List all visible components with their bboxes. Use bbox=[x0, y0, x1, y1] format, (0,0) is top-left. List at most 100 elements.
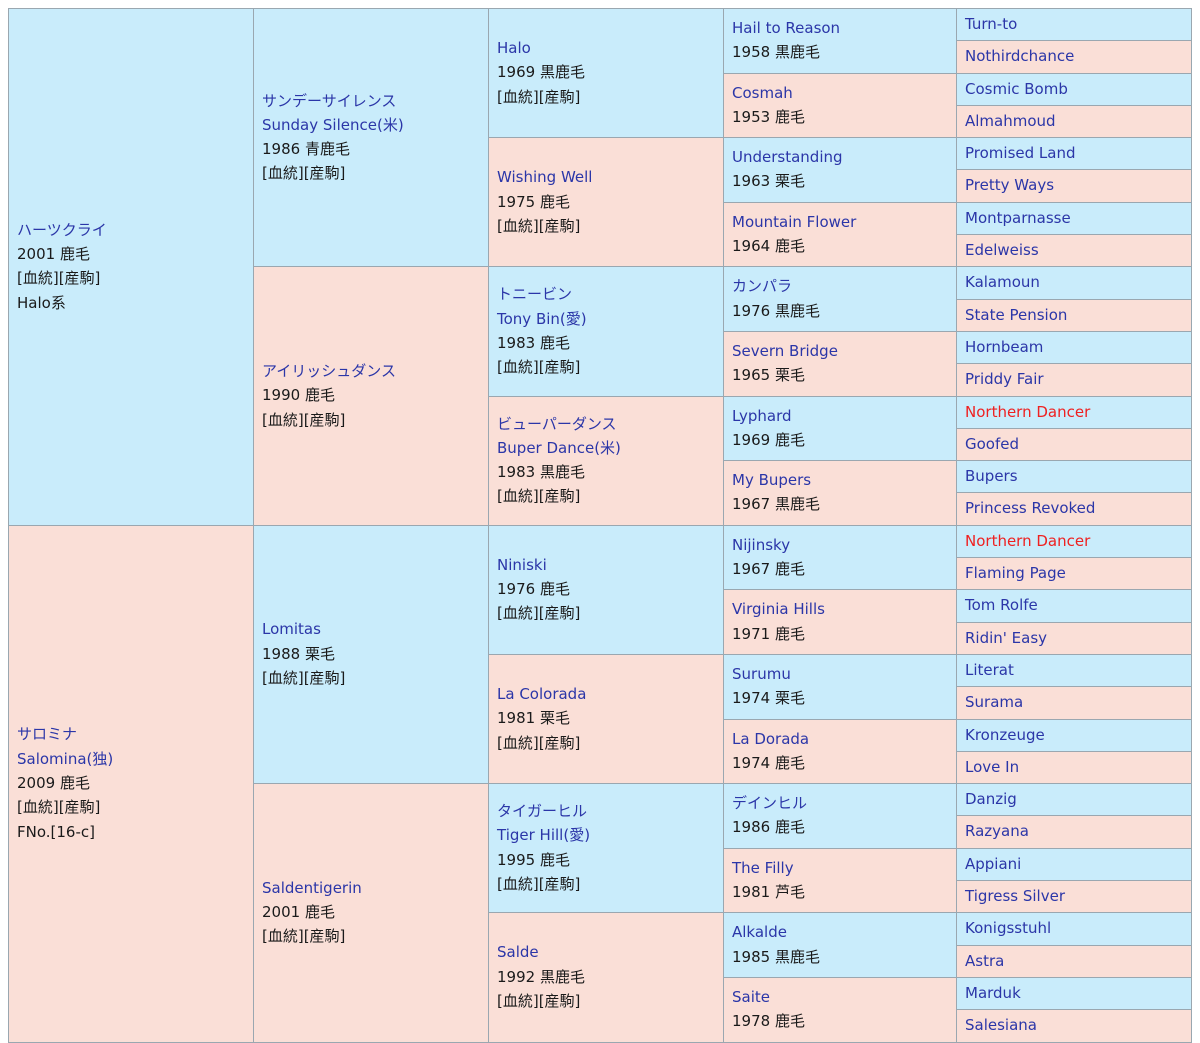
gen5-cell-5[interactable]: Pretty Ways bbox=[956, 169, 1192, 203]
gen5-name-8: Kalamoun bbox=[965, 273, 1040, 292]
gen4-meta-12: 1986 鹿毛 bbox=[732, 818, 805, 837]
gen5-cell-14[interactable]: Bupers bbox=[956, 460, 1192, 494]
gen3-cell-0[interactable]: Halo 1969 黒鹿毛 [血統][産駒] bbox=[488, 7, 724, 139]
gen4-cell-7[interactable]: My Bupers 1967 黒鹿毛 bbox=[723, 460, 957, 526]
gen2-meta-2: 1988 栗毛 bbox=[262, 644, 335, 663]
gen4-meta-4: 1976 黒鹿毛 bbox=[732, 301, 820, 320]
gen4-cell-13[interactable]: The Filly 1981 芦毛 bbox=[723, 847, 957, 914]
gen4-meta-5: 1965 栗毛 bbox=[732, 366, 805, 385]
gen4-meta-11: 1974 鹿毛 bbox=[732, 753, 805, 772]
pedigree-table: ハーツクライ 2001 鹿毛 [血統][産駒] Halo系 サンデーサイレンス Sunda… bbox=[8, 7, 1192, 1043]
gen5-cell-25[interactable]: Razyana bbox=[956, 815, 1192, 849]
gen5-cell-2[interactable]: Cosmic Bomb bbox=[956, 72, 1192, 106]
gen4-name-jp-4: カンパラ bbox=[732, 277, 793, 296]
gen3-cell-5[interactable]: La Colorada 1981 栗毛 [血統][産駒] bbox=[488, 653, 724, 785]
gen3-name-en-2: Tony Bin(愛) bbox=[497, 309, 587, 328]
gen3-cell-2[interactable]: トニービン Tony Bin(愛) 1983 鹿毛 [血統][産駒] bbox=[488, 266, 724, 397]
gen3-links-6[interactable]: [血統][産駒] bbox=[497, 872, 715, 896]
gen5-cell-8[interactable]: Kalamoun bbox=[956, 266, 1192, 300]
gen4-meta-8: 1967 鹿毛 bbox=[732, 560, 805, 579]
gen5-cell-15[interactable]: Princess Revoked bbox=[956, 492, 1192, 526]
gen3-meta-0: 1969 黒鹿毛 bbox=[497, 63, 585, 82]
gen1-cell-dam[interactable]: サロミナ Salomina(独) 2009 鹿毛 [血統][産駒] FNo.[16-c] bbox=[8, 524, 254, 1043]
gen5-cell-21[interactable]: Surama bbox=[956, 686, 1192, 720]
gen5-cell-31[interactable]: Salesiana bbox=[956, 1009, 1192, 1043]
gen2-links-3[interactable]: [血統][産駒] bbox=[262, 924, 480, 948]
gen4-cell-14[interactable]: Alkalde 1985 黒鹿毛 bbox=[723, 912, 957, 978]
gen5-name-11: Priddy Fair bbox=[965, 370, 1044, 389]
gen4-cell-8[interactable]: Nijinsky 1967 鹿毛 bbox=[723, 524, 957, 591]
gen5-cell-0[interactable]: Turn-to bbox=[956, 7, 1192, 42]
gen5-cell-1[interactable]: Nothirdchance bbox=[956, 40, 1192, 74]
gen2-cell-2[interactable]: Lomitas 1988 栗毛 [血統][産駒] bbox=[253, 524, 489, 785]
gen5-cell-9[interactable]: State Pension bbox=[956, 298, 1192, 332]
gen4-cell-9[interactable]: Virginia Hills 1971 鹿毛 bbox=[723, 589, 957, 655]
gen5-cell-13[interactable]: Goofed bbox=[956, 427, 1192, 462]
gen1-cell-sire[interactable]: ハーツクライ 2001 鹿毛 [血統][産駒] Halo系 bbox=[8, 8, 254, 526]
gen3-links-5[interactable]: [血統][産駒] bbox=[497, 731, 715, 755]
gen5-cell-30[interactable]: Marduk bbox=[956, 976, 1192, 1011]
gen5-cell-10[interactable]: Hornbeam bbox=[956, 330, 1192, 365]
gen4-meta-13: 1981 芦毛 bbox=[732, 883, 805, 902]
gen4-cell-5[interactable]: Severn Bridge 1965 栗毛 bbox=[723, 330, 957, 397]
gen3-links-4[interactable]: [血統][産駒] bbox=[497, 601, 715, 625]
gen2-name-en-0: Sunday Silence(米) bbox=[262, 115, 404, 134]
gen2-links-1[interactable]: [血統][産駒] bbox=[262, 408, 480, 432]
gen5-name-23: Love In bbox=[965, 757, 1020, 776]
gen4-cell-2[interactable]: Understanding 1963 栗毛 bbox=[723, 137, 957, 203]
gen2-cell-1[interactable]: アイリッシュダンス 1990 鹿毛 [血統][産駒] bbox=[253, 266, 489, 526]
gen4-cell-0[interactable]: Hail to Reason 1958 黒鹿毛 bbox=[723, 8, 957, 74]
gen5-cell-6[interactable]: Montparnasse bbox=[956, 201, 1192, 236]
gen5-cell-18[interactable]: Tom Rolfe bbox=[956, 589, 1192, 623]
gen5-cell-12[interactable]: Northern Dancer bbox=[956, 395, 1192, 429]
gen3-name-en-3: Buper Dance(米) bbox=[497, 438, 621, 457]
gen4-meta-1: 1953 鹿毛 bbox=[732, 107, 805, 126]
gen3-links-7[interactable]: [血統][産駒] bbox=[497, 989, 715, 1013]
gen2-cell-0[interactable]: サンデーサイレンス Sunday Silence(米) 1986 青鹿毛 [血統][産… bbox=[253, 7, 489, 268]
gen3-cell-7[interactable]: Salde 1992 黒鹿毛 [血統][産駒] bbox=[488, 912, 724, 1043]
gen4-cell-15[interactable]: Saite 1978 鹿毛 bbox=[723, 976, 957, 1043]
gen5-cell-19[interactable]: Ridin' Easy bbox=[956, 621, 1192, 655]
gen5-cell-17[interactable]: Flaming Page bbox=[956, 557, 1192, 591]
gen2-links-0[interactable]: [血統][産駒] bbox=[262, 161, 480, 185]
gen1-links-0[interactable]: [血統][産駒] bbox=[17, 266, 245, 290]
gen4-cell-11[interactable]: La Dorada 1974 鹿毛 bbox=[723, 718, 957, 785]
gen5-cell-20[interactable]: Literat bbox=[956, 653, 1192, 688]
gen5-cell-4[interactable]: Promised Land bbox=[956, 137, 1192, 171]
gen5-cell-23[interactable]: Love In bbox=[956, 750, 1192, 785]
gen4-cell-3[interactable]: Mountain Flower 1964 鹿毛 bbox=[723, 201, 957, 268]
gen5-cell-11[interactable]: Priddy Fair bbox=[956, 363, 1192, 397]
gen3-links-3[interactable]: [血統][産駒] bbox=[497, 484, 715, 508]
gen5-cell-29[interactable]: Astra bbox=[956, 944, 1192, 978]
gen5-name-25: Razyana bbox=[965, 822, 1029, 841]
gen4-cell-12[interactable]: デインヒル 1986 鹿毛 bbox=[723, 783, 957, 849]
gen4-cell-1[interactable]: Cosmah 1953 鹿毛 bbox=[723, 72, 957, 139]
gen5-name-7: Edelweiss bbox=[965, 241, 1039, 260]
gen5-name-1: Nothirdchance bbox=[965, 47, 1075, 66]
gen5-cell-3[interactable]: Almahmoud bbox=[956, 104, 1192, 139]
gen4-cell-4[interactable]: カンパラ 1976 黒鹿毛 bbox=[723, 266, 957, 332]
gen5-cell-22[interactable]: Kronzeuge bbox=[956, 718, 1192, 752]
gen5-cell-7[interactable]: Edelweiss bbox=[956, 234, 1192, 268]
gen2-links-2[interactable]: [血統][産駒] bbox=[262, 666, 480, 690]
gen3-cell-1[interactable]: Wishing Well 1975 鹿毛 [血統][産駒] bbox=[488, 137, 724, 268]
gen3-cell-4[interactable]: Niniski 1976 鹿毛 [血統][産駒] bbox=[488, 524, 724, 655]
gen4-name-jp-12: デインヒル bbox=[732, 794, 808, 813]
gen4-cell-6[interactable]: Lyphard 1969 鹿毛 bbox=[723, 395, 957, 462]
gen1-links-1[interactable]: [血統][産駒] bbox=[17, 795, 245, 819]
gen3-links-2[interactable]: [血統][産駒] bbox=[497, 355, 715, 379]
gen2-cell-3[interactable]: Saldentigerin 2001 鹿毛 [血統][産駒] bbox=[253, 783, 489, 1043]
gen3-links-1[interactable]: [血統][産駒] bbox=[497, 214, 715, 238]
gen5-cell-16[interactable]: Northern Dancer bbox=[956, 524, 1192, 559]
gen5-cell-24[interactable]: Danzig bbox=[956, 783, 1192, 817]
gen5-cell-26[interactable]: Appiani bbox=[956, 847, 1192, 882]
gen3-cell-6[interactable]: タイガーヒル Tiger Hill(愛) 1995 鹿毛 [血統][産駒] bbox=[488, 783, 724, 914]
gen5-cell-28[interactable]: Konigsstuhl bbox=[956, 912, 1192, 946]
gen5-cell-27[interactable]: Tigress Silver bbox=[956, 880, 1192, 914]
gen3-links-0[interactable]: [血統][産駒] bbox=[497, 85, 715, 109]
gen3-cell-3[interactable]: ビューパーダンス Buper Dance(米) 1983 黒鹿毛 [血統][産駒] bbox=[488, 395, 724, 526]
gen4-name-en-3: Mountain Flower bbox=[732, 212, 857, 231]
gen4-meta-7: 1967 黒鹿毛 bbox=[732, 495, 820, 514]
gen4-cell-10[interactable]: Surumu 1974 栗毛 bbox=[723, 653, 957, 720]
gen4-name-en-9: Virginia Hills bbox=[732, 600, 825, 619]
